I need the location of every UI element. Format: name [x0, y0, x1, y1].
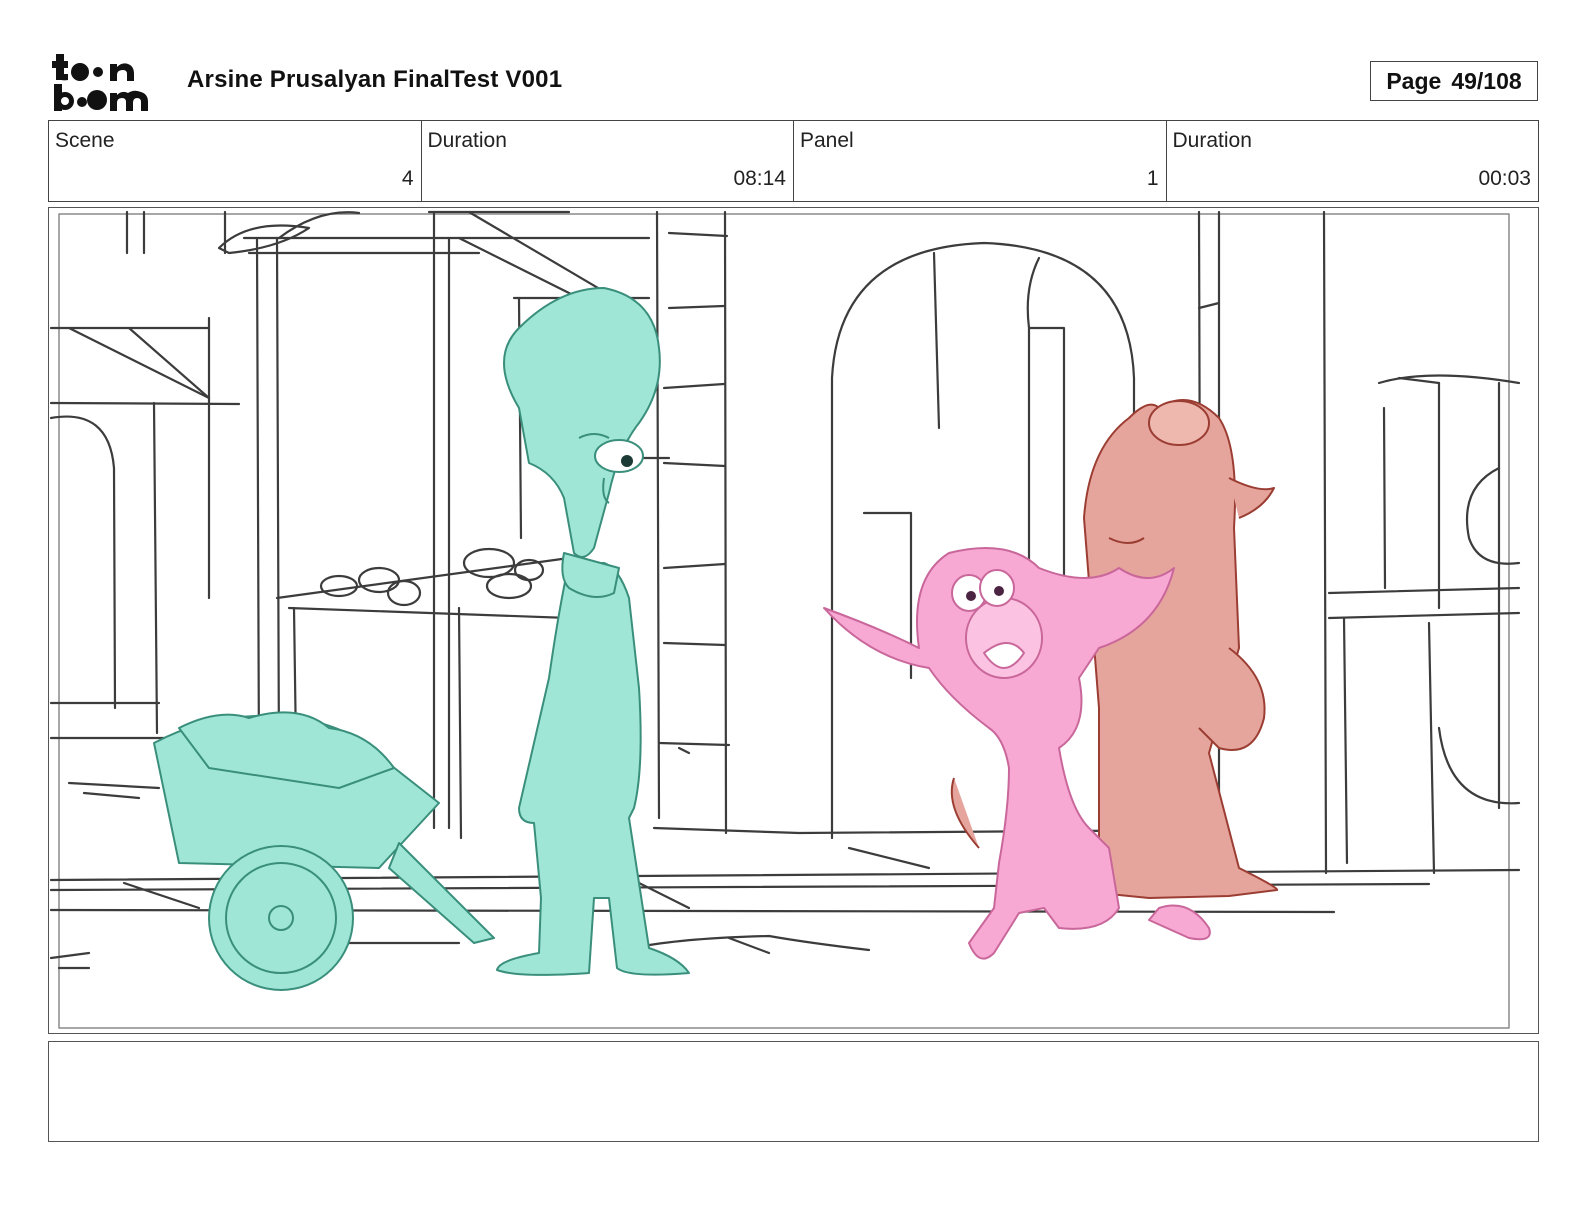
page-number: 49/108: [1451, 67, 1522, 94]
wheelbarrow: [153, 711, 495, 991]
toon-boom-logo: [52, 52, 164, 112]
scene-value: 4: [401, 167, 414, 190]
toon-boom-logo-icon: [52, 54, 148, 111]
panel-value: 1: [1146, 167, 1159, 190]
document-title: Arsine Prusalyan FinalTest V001: [187, 66, 563, 93]
scene-cell: Scene 4: [49, 121, 422, 201]
scene-label: Scene: [55, 129, 115, 152]
panel-drawing: [49, 210, 1521, 1029]
panel-duration-label: Duration: [1172, 129, 1252, 152]
panel-label: Panel: [800, 129, 854, 152]
panel-duration-value: 00:03: [1478, 167, 1531, 190]
page-label: Page: [1386, 67, 1442, 94]
scene-duration-value: 08:14: [733, 167, 786, 190]
scene-info-table: Scene 4 Duration 08:14 Panel 1 Duration …: [48, 120, 1539, 202]
panel-cell: Panel 1: [794, 121, 1167, 201]
scene-duration-label: Duration: [427, 129, 507, 152]
teal-character: [496, 287, 690, 976]
page-indicator: Page 49/108: [1370, 61, 1538, 101]
tan-character: [1083, 399, 1279, 899]
storyboard-panel: [48, 207, 1539, 1034]
panel-notes-box: [48, 1041, 1539, 1142]
panel-duration-cell: Duration 00:03: [1167, 121, 1539, 201]
scene-duration-cell: Duration 08:14: [422, 121, 794, 201]
